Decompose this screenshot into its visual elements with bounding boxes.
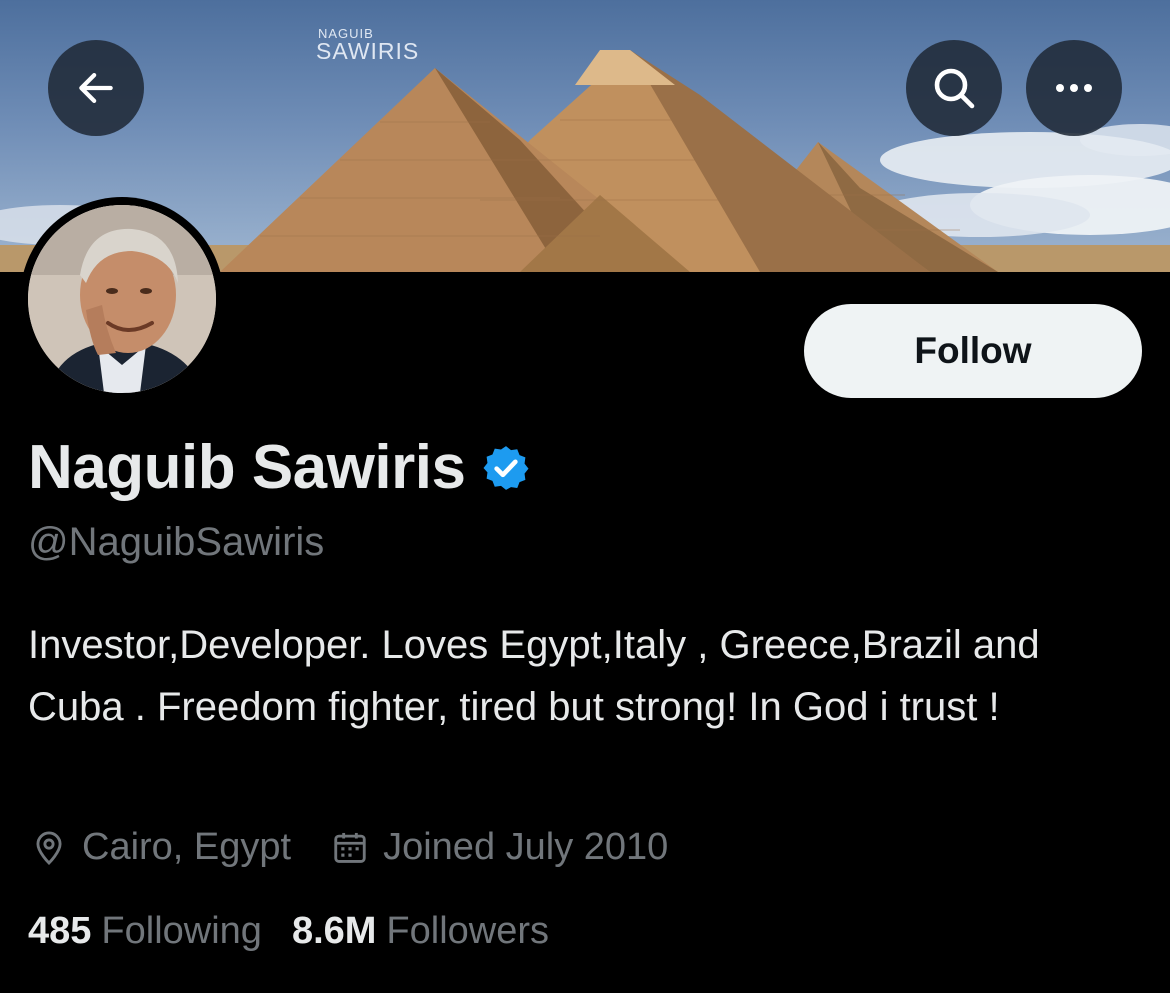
back-button[interactable] [48,40,144,136]
following-label: Following [101,910,262,952]
following-count: 485 [28,910,92,952]
avatar[interactable] [28,205,216,393]
more-horizontal-icon [1056,84,1092,92]
following-link[interactable]: 485 Following [28,910,262,953]
search-button[interactable] [906,40,1002,136]
joined-text: Joined July 2010 [383,826,669,868]
avatar-image [28,205,216,393]
more-options-button[interactable] [1026,40,1122,136]
followers-label: Followers [386,910,550,952]
followers-link[interactable]: 8.6M Followers [292,910,549,953]
banner-logo: NAGUIB SAWIRIS [316,27,436,64]
location-pin-icon [36,831,62,865]
profile-handle: @NaguibSawiris [28,520,325,564]
display-name: Naguib Sawiris [28,433,466,502]
followers-count: 8.6M [291,910,377,952]
profile-meta: Cairo, Egypt Joined July 2010 [30,826,668,869]
calendar-icon [334,832,366,863]
verified-badge-icon[interactable] [481,443,531,493]
location-item: Cairo, Egypt [30,826,291,869]
search-icon [934,68,975,109]
location-text: Cairo, Egypt [82,826,292,868]
follow-button[interactable]: Follow [804,304,1142,398]
arrow-left-icon [79,73,113,103]
profile-stats: 485 Following 8.6M Followers [28,910,549,953]
avatar-frame[interactable] [20,197,224,401]
joined-item: Joined July 2010 [331,826,668,869]
banner-logo-line2: SAWIRIS [316,38,420,64]
profile-bio: Investor,Developer. Loves Egypt,Italy , … [28,623,1040,729]
name-row: Naguib Sawiris [28,432,531,503]
